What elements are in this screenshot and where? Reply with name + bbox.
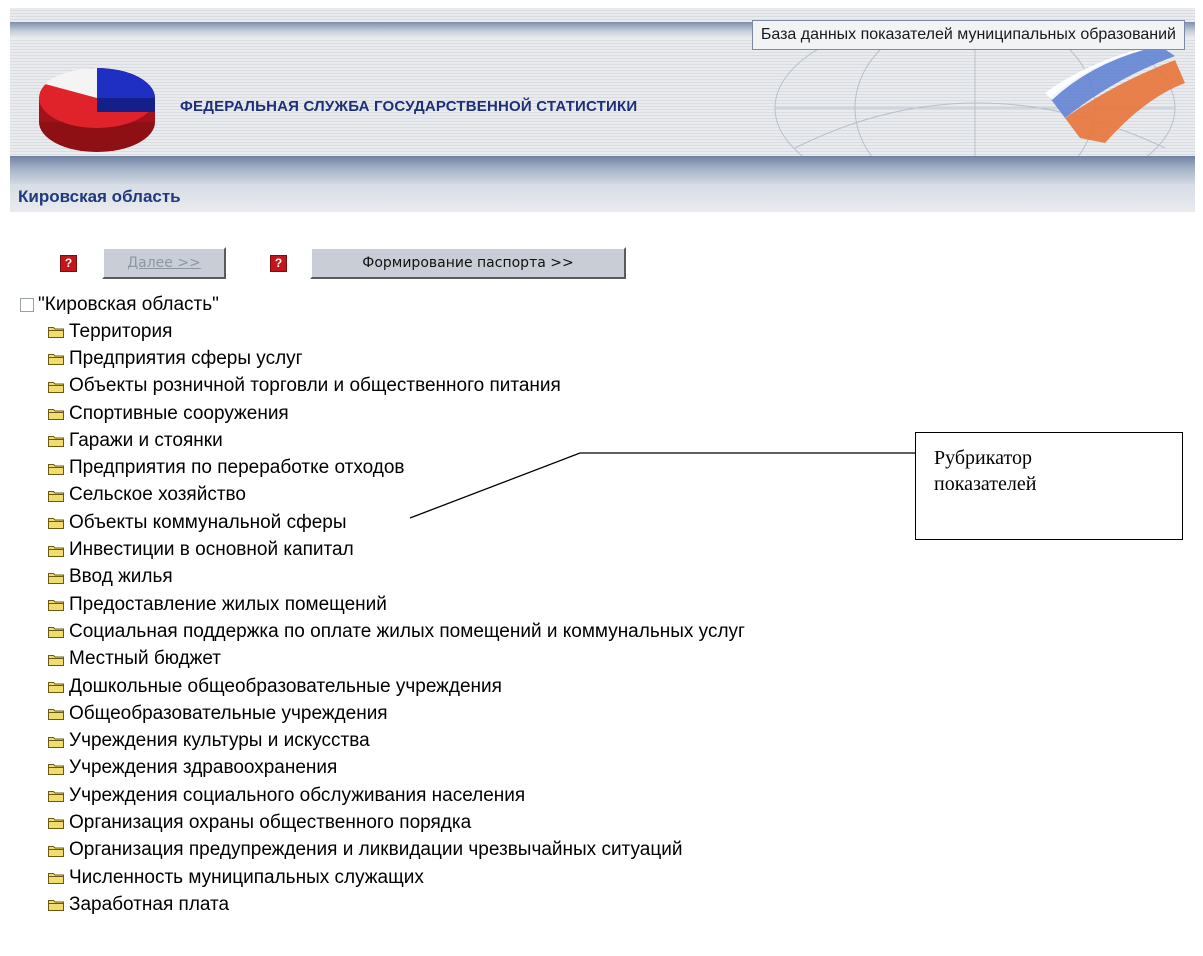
- tree-folder-item[interactable]: Организация предупреждения и ликвидации …: [48, 837, 745, 864]
- folder-icon: [48, 791, 64, 803]
- root-checkbox[interactable]: [20, 298, 34, 312]
- callout-box: Рубрикатор показателей: [915, 432, 1183, 540]
- tree-folder-label: Дошкольные общеобразовательные учреждени…: [69, 675, 502, 697]
- folder-icon: [48, 381, 64, 393]
- folder-icon: [48, 463, 64, 475]
- tree-folder-item[interactable]: Организация охраны общественного порядка: [48, 809, 745, 836]
- folder-icon: [48, 436, 64, 448]
- tree-folder-item[interactable]: Социальная поддержка по оплате жилых пом…: [48, 618, 745, 645]
- tree-folder-label: Гаражи и стоянки: [69, 429, 223, 451]
- tree-folder-item[interactable]: Ввод жилья: [48, 564, 745, 591]
- tree-folder-item[interactable]: Численность муниципальных служащих: [48, 864, 745, 891]
- folder-icon: [48, 818, 64, 830]
- folder-icon: [48, 900, 64, 912]
- tree-folder-item[interactable]: Объекты розничной торговли и общественно…: [48, 373, 745, 400]
- tree-folder-label: Территория: [69, 320, 173, 342]
- next-button[interactable]: Далее >>: [102, 247, 226, 279]
- folder-icon: [48, 545, 64, 557]
- tree-folder-label: Учреждения социального обслуживания насе…: [69, 784, 526, 806]
- tree-folder-label: Общеобразовательные учреждения: [69, 702, 388, 724]
- tree-folder-item[interactable]: Учреждения здравоохранения: [48, 755, 745, 782]
- tree-folder-label: Местный бюджет: [69, 648, 221, 670]
- folder-icon: [48, 600, 64, 612]
- folder-icon: [48, 327, 64, 339]
- banner-bottom-stripe: [10, 156, 1195, 184]
- tree-folder-item[interactable]: Объекты коммунальной сферы: [48, 509, 745, 536]
- tree-folder-item[interactable]: Общеобразовательные учреждения: [48, 700, 745, 727]
- folder-icon: [48, 682, 64, 693]
- form-passport-button[interactable]: Формирование паспорта >>: [310, 247, 626, 279]
- tree-folder-label: Объекты коммунальной сферы: [69, 511, 347, 533]
- folder-icon: [48, 736, 64, 748]
- tree-folder-item[interactable]: Дошкольные общеобразовательные учреждени…: [48, 673, 745, 700]
- tree-folder-label: Предприятия сферы услуг: [69, 347, 303, 369]
- tree-folder-item[interactable]: Предприятия по переработке отходов: [48, 454, 745, 481]
- tree-folder-item[interactable]: Предоставление жилых помещений: [48, 591, 745, 618]
- folder-icon: [48, 627, 64, 639]
- tree-folder-label: Учреждения культуры и искусства: [69, 730, 370, 752]
- tree-folder-label: Организация предупреждения и ликвидации …: [69, 839, 683, 861]
- tree-folder-item[interactable]: Инвестиции в основной капитал: [48, 536, 745, 563]
- help-icon-next[interactable]: ?: [60, 255, 77, 272]
- folder-icon: [48, 518, 64, 530]
- tree-folder-label: Сельское хозяйство: [69, 484, 246, 506]
- tree-folder-item[interactable]: Заработная плата: [48, 891, 745, 918]
- agency-name: ФЕДЕРАЛЬНАЯ СЛУЖБА ГОСУДАРСТВЕННОЙ СТАТИ…: [180, 98, 638, 115]
- tree-folder-item[interactable]: Спортивные сооружения: [48, 400, 745, 427]
- folder-icon: [48, 845, 64, 857]
- tree-root-label: "Кировская область": [38, 294, 219, 315]
- rosstat-logo-icon: [39, 67, 155, 152]
- tree-folder-item[interactable]: Учреждения социального обслуживания насе…: [48, 782, 745, 809]
- region-title: Кировская область: [18, 187, 181, 206]
- folder-icon: [48, 409, 64, 421]
- tree-folder-item[interactable]: Сельское хозяйство: [48, 482, 745, 509]
- tree-folder-item[interactable]: Местный бюджет: [48, 646, 745, 673]
- folder-icon: [48, 763, 64, 775]
- tree-folder-label: Ввод жилья: [69, 566, 173, 588]
- help-icon-passport[interactable]: ?: [270, 255, 287, 272]
- tree-folder-item[interactable]: Территория: [48, 318, 745, 345]
- tree-folder-label: Инвестиции в основной капитал: [69, 539, 354, 561]
- tree-folder-label: Заработная плата: [69, 893, 230, 915]
- tree-folder-label: Предоставление жилых помещений: [69, 593, 387, 615]
- russia-map-graphic: [774, 38, 1185, 156]
- folder-icon: [48, 654, 64, 666]
- folder-icon: [48, 490, 64, 502]
- indicator-tree: Территория Предприятия сферы услуг Объекты…: [48, 318, 745, 919]
- tree-folder-label: Численность муниципальных служащих: [69, 866, 424, 888]
- header-banner: ФЕДЕРАЛЬНАЯ СЛУЖБА ГОСУДАРСТВЕННОЙ СТАТИ…: [10, 8, 1195, 184]
- tree-folder-item[interactable]: Предприятия сферы услуг: [48, 345, 745, 372]
- tree-folder-label: Учреждения здравоохранения: [69, 757, 338, 779]
- tree-folder-label: Социальная поддержка по оплате жилых пом…: [69, 620, 745, 642]
- tree-folder-label: Организация охраны общественного порядка: [69, 811, 472, 833]
- folder-icon: [48, 709, 64, 721]
- folder-icon: [48, 572, 64, 584]
- database-title: База данных показателей муниципальных об…: [751, 20, 1185, 50]
- tree-folder-label: Объекты розничной торговли и общественно…: [69, 375, 561, 397]
- tree-folder-label: Спортивные сооружения: [69, 402, 289, 424]
- folder-icon: [48, 873, 64, 885]
- region-bar: Кировская область: [10, 184, 1195, 212]
- folder-icon: [48, 354, 64, 366]
- tree-folder-item[interactable]: Учреждения культуры и искусства: [48, 727, 745, 754]
- callout-text: Рубрикатор показателей: [934, 447, 1037, 495]
- tree-folder-item[interactable]: Гаражи и стоянки: [48, 427, 745, 454]
- tree-root[interactable]: "Кировская область": [20, 292, 219, 318]
- tree-folder-label: Предприятия по переработке отходов: [69, 457, 405, 479]
